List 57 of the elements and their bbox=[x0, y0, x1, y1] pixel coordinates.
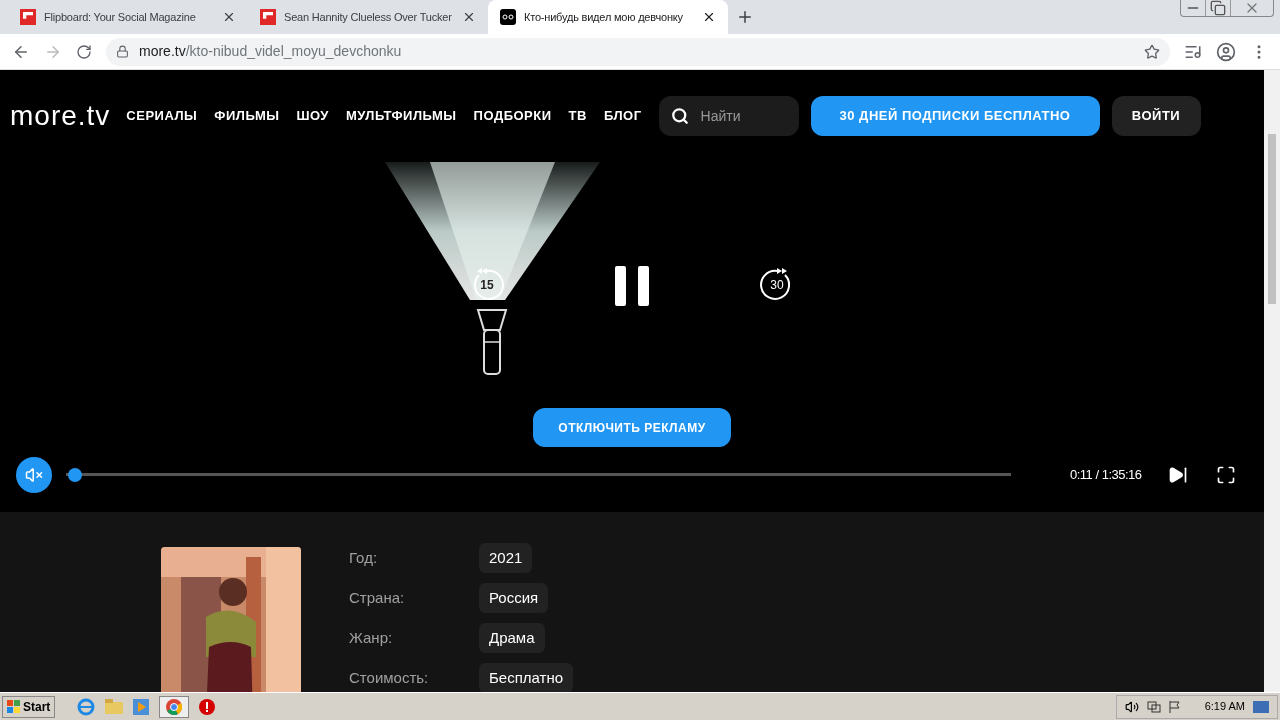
nav-link[interactable]: СЕРИАЛЫ bbox=[126, 106, 198, 126]
start-button[interactable]: Start bbox=[2, 695, 56, 718]
browser-tab[interactable]: Flipboard: Your Social Magazine bbox=[8, 0, 248, 34]
detail-label: Страна: bbox=[349, 587, 406, 608]
flipboard-logo-icon bbox=[20, 9, 36, 25]
nav-link[interactable]: МУЛЬТФИЛЬМЫ bbox=[345, 106, 457, 126]
detail-label: Год: bbox=[349, 547, 379, 568]
detail-label: Стоимость: bbox=[349, 667, 430, 688]
clock: 6:19 AM bbox=[1204, 699, 1245, 715]
login-button[interactable]: ВОЙТИ bbox=[1111, 96, 1201, 136]
volume-icon[interactable] bbox=[1124, 699, 1139, 714]
close-icon[interactable] bbox=[702, 10, 716, 24]
tab-title: Sean Hannity Clueless Over Tucker bbox=[284, 9, 453, 25]
search-icon bbox=[670, 107, 689, 125]
network-icon[interactable] bbox=[1146, 699, 1161, 714]
show-desktop-icon[interactable] bbox=[1253, 700, 1269, 713]
close-icon[interactable] bbox=[222, 10, 236, 24]
nav-link[interactable]: ПОДБОРКИ bbox=[473, 106, 552, 126]
lock-icon bbox=[116, 45, 129, 58]
flag-icon[interactable] bbox=[1168, 699, 1181, 714]
mute-button[interactable] bbox=[16, 457, 52, 493]
browser-tab[interactable]: Кто-нибудь видел мою девчонку bbox=[488, 0, 728, 34]
detail-value: Драма bbox=[479, 623, 545, 653]
nav-link[interactable]: ТВ bbox=[568, 106, 587, 126]
nav-link[interactable]: БЛОГ bbox=[603, 106, 642, 126]
time-display: 0:11 / 1:35:16 bbox=[1070, 466, 1142, 485]
nav-link[interactable]: ШОУ bbox=[296, 106, 329, 126]
muted-speaker-icon bbox=[25, 466, 43, 484]
profile-icon[interactable] bbox=[1216, 41, 1236, 62]
url-text: more.tv/kto-nibud_videl_moyu_devchonku bbox=[139, 42, 402, 61]
chrome-taskbar-button[interactable] bbox=[159, 695, 190, 718]
detail-value: Бесплатно bbox=[479, 663, 574, 692]
rewind-seconds: 15 bbox=[480, 277, 494, 294]
detail-value: Россия bbox=[479, 583, 549, 613]
flipboard-logo-icon bbox=[260, 9, 276, 25]
bookmark-star-icon[interactable] bbox=[1144, 43, 1160, 60]
forward-seconds: 30 bbox=[770, 277, 784, 294]
tab-title: Flipboard: Your Social Magazine bbox=[44, 9, 197, 25]
next-icon[interactable] bbox=[1167, 465, 1188, 485]
site-logo[interactable]: more.tv bbox=[10, 102, 111, 130]
windows-logo-icon bbox=[7, 699, 21, 714]
new-tab-icon[interactable] bbox=[736, 8, 754, 26]
pause-icon[interactable] bbox=[615, 266, 649, 306]
detail-label: Жанр: bbox=[349, 627, 394, 648]
site-logo-icon bbox=[500, 9, 516, 25]
progress-thumb[interactable] bbox=[67, 468, 82, 482]
search-field[interactable]: Найти bbox=[658, 96, 799, 136]
close-icon[interactable] bbox=[462, 10, 476, 24]
stop-icon[interactable] bbox=[199, 698, 216, 715]
reload-icon[interactable] bbox=[76, 43, 92, 60]
tab-title: Кто-нибудь видел мою девчонку bbox=[524, 9, 684, 25]
address-bar[interactable]: more.tv/kto-nibud_videl_moyu_devchonku bbox=[106, 37, 1170, 66]
scrollbar[interactable] bbox=[1264, 70, 1280, 692]
nav-link[interactable]: ФИЛЬМЫ bbox=[214, 106, 280, 126]
fullscreen-icon[interactable] bbox=[1215, 465, 1236, 485]
browser-tab[interactable]: Sean Hannity Clueless Over Tucker bbox=[248, 0, 488, 34]
detail-value: 2021 bbox=[479, 543, 533, 573]
